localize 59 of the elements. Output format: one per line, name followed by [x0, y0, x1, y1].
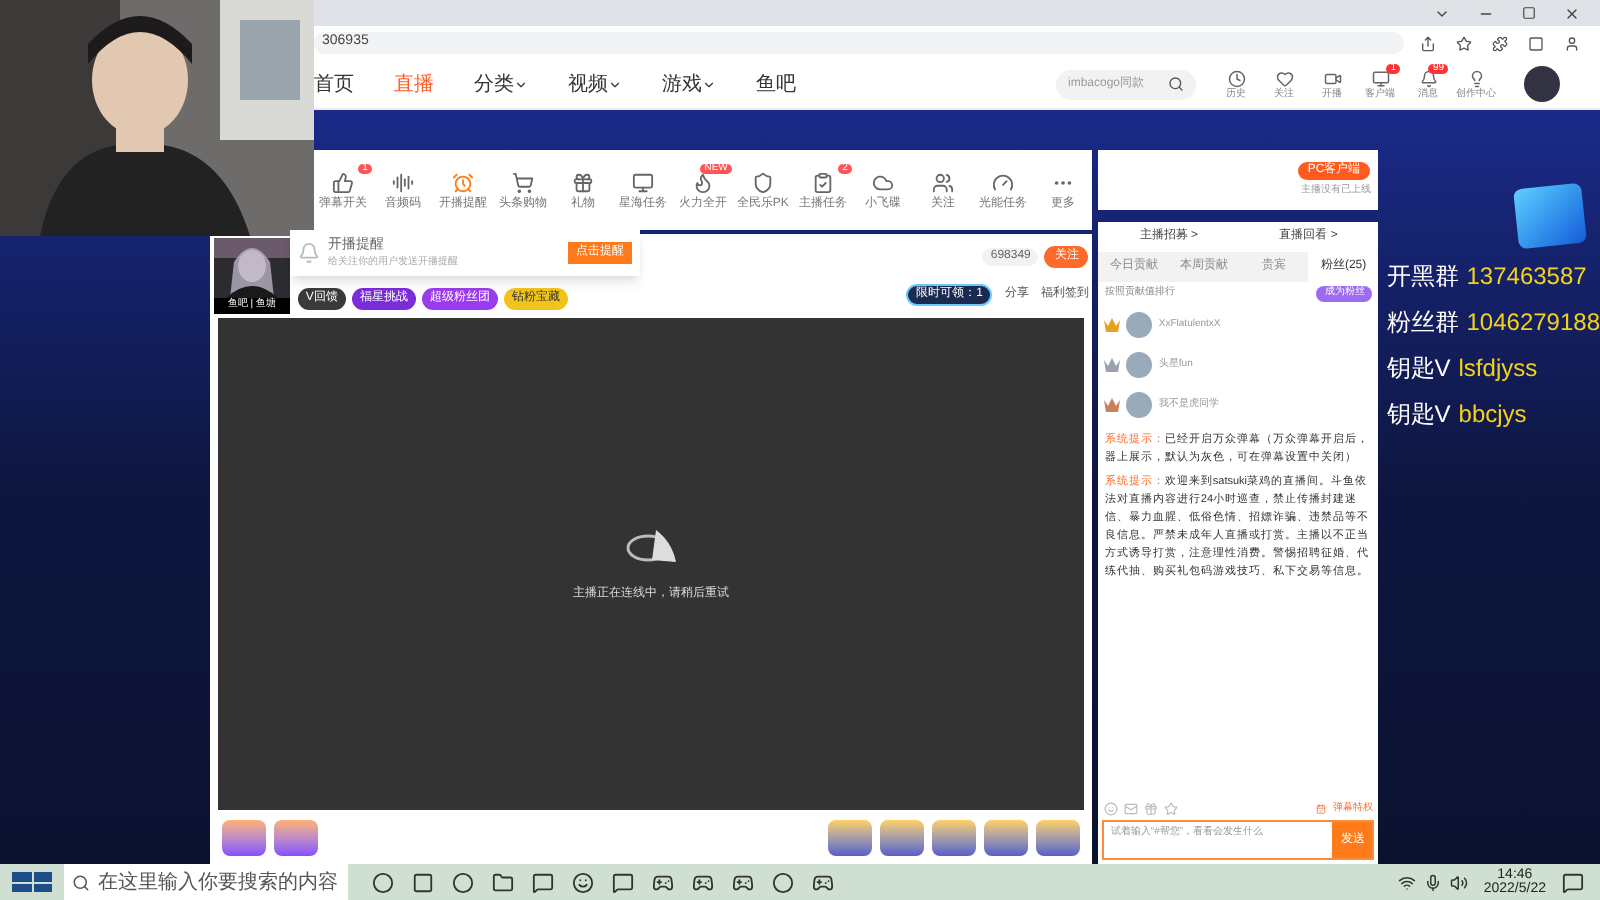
search-icon: [1168, 76, 1184, 92]
nav-link[interactable]: 直播: [394, 69, 434, 99]
cortana-icon[interactable]: [372, 871, 394, 893]
toolbar-icon[interactable]: [751, 171, 774, 193]
toolbar-icon[interactable]: [451, 171, 474, 193]
notification-icon[interactable]: [1562, 871, 1584, 893]
wifi-icon[interactable]: [1397, 873, 1416, 891]
extensions-icon[interactable]: [1492, 35, 1508, 51]
nav-link[interactable]: 视频: [568, 69, 622, 99]
overlay-value: 1046279188: [1466, 306, 1600, 340]
toolbar-icon[interactable]: [931, 171, 954, 193]
header-action-icon[interactable]: [1323, 69, 1341, 87]
sidebar-icon[interactable]: [1528, 35, 1544, 51]
user-avatar[interactable]: [1524, 66, 1560, 102]
nav-link[interactable]: 游戏: [662, 69, 716, 99]
microphone-icon[interactable]: [1423, 873, 1442, 891]
overlay-label: 粉丝群: [1386, 306, 1459, 340]
header-action-icon[interactable]: [1419, 69, 1437, 87]
toolbar-icon[interactable]: [631, 171, 654, 193]
overlay-value: bbcjys: [1458, 398, 1527, 432]
chat-icon[interactable]: [612, 871, 634, 893]
circle-icon[interactable]: [772, 871, 794, 893]
folder-icon[interactable]: [492, 871, 514, 893]
close-icon[interactable]: [1564, 5, 1580, 21]
nav-link[interactable]: 鱼吧: [756, 69, 796, 99]
toolbar-icon[interactable]: [991, 171, 1014, 193]
game-icon[interactable]: [652, 871, 674, 893]
taskbar-search-field[interactable]: 在这里输入你要搜索的内容: [64, 864, 348, 900]
toolbar-icon[interactable]: [691, 171, 714, 193]
task-view-icon[interactable]: [412, 871, 434, 893]
nav-link[interactable]: 首页: [314, 69, 354, 99]
overlay-label: 开黑群: [1386, 260, 1459, 294]
loading-icon: [623, 525, 680, 565]
overlay-value: 137463587: [1466, 260, 1587, 294]
game-icon[interactable]: [812, 871, 834, 893]
profile-icon[interactable]: [1564, 35, 1580, 51]
overlay-label: 钥匙V: [1386, 352, 1451, 386]
volume-icon[interactable]: [1449, 873, 1468, 891]
search-icon: [72, 873, 90, 891]
header-action-icon[interactable]: [1371, 69, 1389, 87]
overlay-label: 钥匙V: [1386, 398, 1451, 432]
share-icon[interactable]: [1420, 35, 1436, 51]
header-action-icon[interactable]: [1467, 69, 1485, 87]
toolbar-icon[interactable]: [511, 171, 534, 193]
calendar-icon: [1316, 803, 1327, 814]
nav-link[interactable]: 分类: [474, 69, 528, 99]
header-action-icon[interactable]: [1227, 69, 1245, 87]
bookmark-icon[interactable]: [1456, 35, 1472, 51]
toolbar-icon[interactable]: [391, 171, 414, 193]
overlay-value: lsfdjyss: [1458, 352, 1538, 386]
bell-icon: [297, 242, 320, 264]
star-icon[interactable]: [1164, 801, 1179, 816]
toolbar-icon[interactable]: [331, 171, 354, 193]
start-icon[interactable]: [12, 872, 52, 892]
toolbar-icon[interactable]: [571, 171, 594, 193]
toolbar-icon[interactable]: [871, 171, 894, 193]
header-action-icon[interactable]: [1275, 69, 1293, 87]
toolbar-icon[interactable]: [811, 171, 834, 193]
maximize-icon[interactable]: [1522, 6, 1536, 20]
